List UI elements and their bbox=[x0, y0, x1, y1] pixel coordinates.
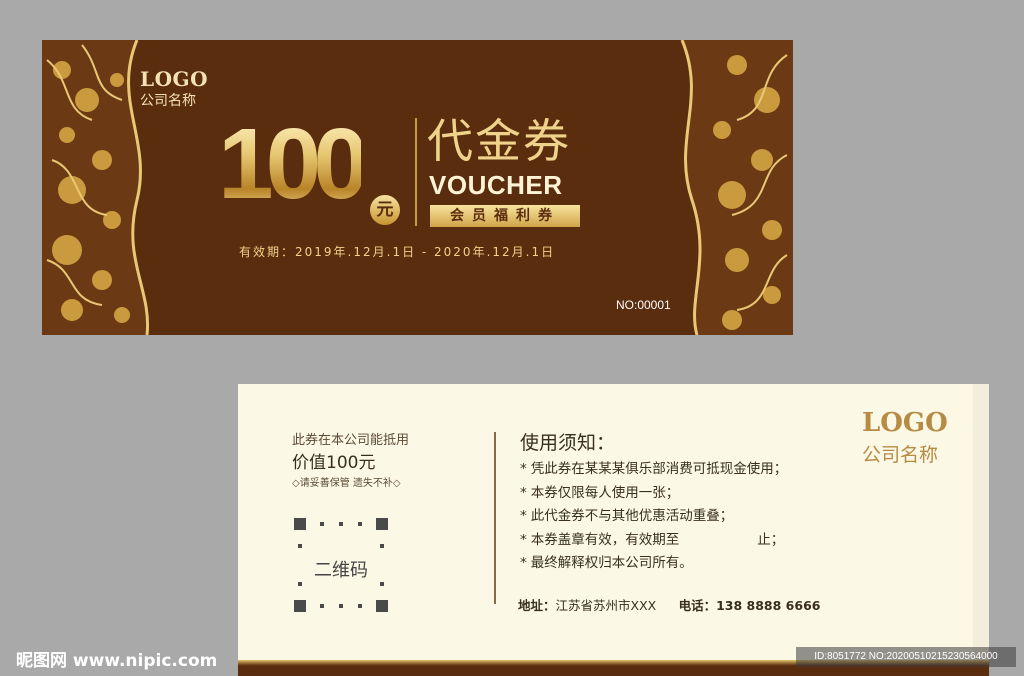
contact-info: 地址：江苏省苏州市XXX 电话：138 8888 6666 bbox=[518, 595, 820, 614]
rule-item: * 凭此券在某某某俱乐部消费可抵现金使用； bbox=[520, 461, 788, 477]
qr-code-placeholder: 二维码 bbox=[294, 518, 388, 612]
notice-title: 使用须知： bbox=[520, 432, 616, 454]
floral-ornament-right bbox=[680, 40, 793, 335]
logo: LOGO bbox=[140, 67, 208, 91]
section-divider bbox=[494, 432, 496, 604]
rule-item: * 此代金券不与其他优惠活动重叠； bbox=[520, 508, 734, 524]
keep-note: ◇请妥善保管 遗失不补◇ bbox=[292, 478, 401, 489]
phone-label: 电话： bbox=[678, 598, 717, 613]
value-amount: 价值100元 bbox=[292, 453, 376, 473]
currency-badge: 元 bbox=[370, 195, 400, 225]
serial-number: NO:00001 bbox=[616, 298, 671, 312]
address-value: 江苏省苏州市XXX bbox=[555, 598, 657, 613]
id-watermark: ID:8051772 NO:20200510215230564000 bbox=[796, 647, 1016, 667]
site-watermark: 昵图网 www.nipic.com bbox=[16, 651, 218, 671]
company-name: 公司名称 bbox=[140, 93, 196, 109]
rule-item: * 本券盖章有效，有效期至 止； bbox=[520, 531, 785, 548]
address-label: 地址： bbox=[518, 598, 556, 613]
value-description: 此券在本公司能抵用 bbox=[292, 433, 410, 448]
logo: LOGO bbox=[862, 408, 948, 438]
voucher-title-en: VOUCHER bbox=[429, 170, 563, 200]
qr-label: 二维码 bbox=[314, 560, 368, 581]
rule-item: * 本券仅限每人使用一张； bbox=[520, 484, 680, 501]
voucher-front: LOGO 公司名称 100 元 代金券 VOUCHER 会员福利券 有效期：20… bbox=[42, 40, 793, 335]
member-benefit-tag: 会员福利券 bbox=[430, 205, 580, 227]
title-divider bbox=[415, 118, 417, 226]
voucher-amount: 100 bbox=[218, 108, 369, 220]
rule-item: * 最终解释权归本公司所有。 bbox=[520, 555, 693, 571]
company-name: 公司名称 bbox=[862, 444, 939, 466]
voucher-back: 此券在本公司能抵用 价值100元 ◇请妥善保管 遗失不补◇ 二维码 使用须知： … bbox=[238, 384, 989, 676]
voucher-title-cn: 代金券 bbox=[427, 114, 571, 168]
usage-rules: * 凭此券在某某某俱乐部消费可抵现金使用； * 本券仅限每人使用一张； * 此代金券不… bbox=[520, 458, 787, 576]
phone-value: 138 8888 6666 bbox=[716, 598, 821, 613]
validity-period: 有效期：2019年.12月.1日 - 2020年.12月.1日 bbox=[239, 245, 556, 259]
edge-shade bbox=[973, 384, 989, 660]
